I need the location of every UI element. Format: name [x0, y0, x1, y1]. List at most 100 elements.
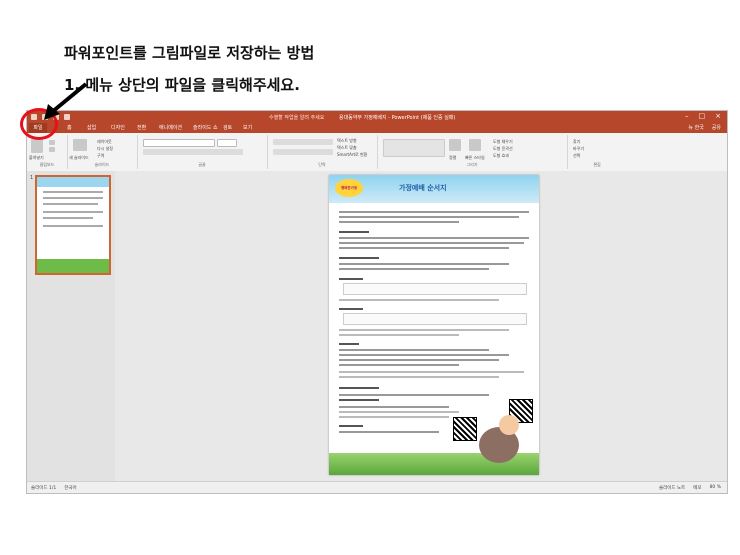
slide-text-line: [339, 211, 529, 213]
slide-text-line: [339, 329, 509, 331]
slide-text-line: [339, 394, 489, 396]
notes-button[interactable]: 슬라이드 노트: [659, 485, 685, 491]
reset-button[interactable]: 다시 설정: [97, 146, 113, 152]
shape-fill-button[interactable]: 도형 채우기: [493, 139, 513, 145]
paste-button[interactable]: 붙여넣기: [29, 155, 44, 161]
thumb-text-line: [43, 225, 103, 227]
shapes-gallery[interactable]: [383, 139, 445, 157]
tell-me-search[interactable]: 수행할 작업을 알려 주세요: [269, 114, 324, 121]
status-bar: 슬라이드 1/1 한국어 슬라이드 노트 메모 80 %: [27, 481, 727, 493]
slide-section-heading: [339, 425, 363, 427]
slide-section-heading: [339, 278, 363, 280]
slide-section-heading: [339, 231, 369, 233]
slide-text-line: [339, 376, 499, 378]
section-button[interactable]: 구역: [97, 153, 104, 159]
slide-section-heading: [339, 257, 379, 259]
tab-design[interactable]: 디자인: [111, 124, 125, 131]
maximize-icon[interactable]: □: [699, 112, 706, 120]
slide-editing-area[interactable]: 행복한가정 가정예배 순서지: [115, 171, 727, 481]
layout-button[interactable]: 레이아웃: [97, 139, 112, 145]
font-size-box[interactable]: [217, 139, 237, 147]
text-direction-button[interactable]: 텍스트 방향: [337, 138, 357, 144]
slide-text-line: [339, 416, 449, 418]
tab-transitions[interactable]: 전환: [137, 124, 146, 131]
group-font: 글꼴: [137, 135, 268, 169]
group-clipboard: 붙여넣기 클립보드: [27, 135, 68, 169]
pointer-arrow-icon: [44, 82, 88, 120]
slide-text-line: [339, 299, 499, 301]
tab-insert[interactable]: 삽입: [87, 124, 96, 131]
shape-effects-button[interactable]: 도형 효과: [493, 153, 509, 159]
smartart-button[interactable]: SmartArt로 변환: [337, 152, 367, 158]
shape-outline-button[interactable]: 도형 윤곽선: [493, 146, 513, 152]
title-bar: 수행할 작업을 알려 주세요 용대동약부 가정예배지 - PowerPoint …: [27, 111, 727, 123]
instruction-heading: 파워포인트를 그림파일로 저장하는 방법: [64, 44, 315, 62]
tab-animations[interactable]: 애니메이션: [159, 124, 182, 131]
slide-text-line: [339, 247, 509, 249]
group-editing: 찾기 바꾸기 선택 편집: [567, 135, 627, 169]
slide-section-heading: [339, 308, 363, 310]
slide-text-line: [339, 268, 489, 270]
thumb-grass: [37, 259, 109, 273]
slide-text-line: [339, 354, 509, 356]
comments-button[interactable]: 메모: [693, 485, 701, 491]
slide-logo: 행복한가정: [335, 179, 363, 197]
slide-text-line: [339, 411, 459, 413]
ribbon-tab-bar: 파일 홈 삽입 디자인 전환 애니메이션 슬라이드 쇼 검토 보기 뉴 한국 공…: [27, 123, 727, 133]
select-button[interactable]: 선택: [573, 153, 580, 159]
copy-icon[interactable]: [49, 147, 55, 152]
group-label-font: 글꼴: [198, 162, 206, 167]
tab-view[interactable]: 보기: [243, 124, 252, 131]
group-drawing: 정렬 빠른 스타일 도형 채우기 도형 윤곽선 도형 효과 그리기: [377, 135, 568, 169]
cut-icon[interactable]: [49, 140, 55, 145]
qr-code-left: [453, 417, 477, 441]
account-name[interactable]: 뉴 한국: [688, 124, 703, 131]
slide-text-box: [343, 283, 527, 295]
thumb-text-line: [43, 191, 103, 193]
new-slide-icon[interactable]: [73, 139, 87, 151]
account-area: 뉴 한국 공유: [688, 124, 721, 131]
window-title: 용대동약부 가정예배지 - PowerPoint (제품 인증 실패): [339, 115, 456, 121]
align-buttons-row[interactable]: [273, 149, 333, 155]
quick-styles-icon[interactable]: [469, 139, 481, 151]
window-controls: – □ ×: [685, 112, 721, 120]
tab-home[interactable]: 홈: [67, 124, 72, 131]
new-slide-button[interactable]: 새 슬라이드: [69, 155, 89, 161]
slide-text-line: [339, 359, 499, 361]
arrange-button[interactable]: 정렬: [449, 155, 456, 161]
slide-text-line: [339, 216, 519, 218]
slide-title: 가정예배 순서지: [399, 184, 447, 192]
slide-text-line: [339, 237, 529, 239]
slide-text-box: [343, 313, 527, 325]
find-button[interactable]: 찾기: [573, 139, 580, 145]
zoom-level[interactable]: 80 %: [710, 485, 721, 491]
language-indicator[interactable]: 한국어: [64, 485, 76, 491]
instruction-step: 1. 메뉴 상단의 파일을 클릭해주세요.: [64, 76, 300, 94]
group-label-paragraph: 단락: [318, 162, 326, 167]
list-buttons-row[interactable]: [273, 139, 333, 145]
tab-review[interactable]: 검토: [223, 124, 232, 131]
thumb-text-line: [43, 217, 93, 219]
slide-text-line: [339, 221, 459, 223]
close-icon[interactable]: ×: [715, 112, 721, 120]
group-slides: 새 슬라이드 레이아웃 다시 설정 구역 슬라이드: [67, 135, 138, 169]
slide[interactable]: 행복한가정 가정예배 순서지: [329, 175, 539, 475]
font-name-box[interactable]: [143, 139, 215, 147]
slide-text-line: [339, 431, 439, 433]
group-paragraph: 텍스트 방향 텍스트 맞춤 SmartArt로 변환 단락: [267, 135, 378, 169]
paste-icon[interactable]: [31, 139, 43, 153]
align-text-button[interactable]: 텍스트 맞춤: [337, 145, 357, 151]
thumb-text-line: [43, 211, 103, 213]
arrange-icon[interactable]: [449, 139, 461, 151]
share-button[interactable]: 공유: [712, 124, 721, 131]
tab-slideshow[interactable]: 슬라이드 쇼: [193, 124, 218, 131]
slide-text-line: [339, 334, 459, 336]
minimize-icon[interactable]: –: [685, 112, 689, 120]
slide-text-line: [339, 364, 459, 366]
slide-thumbnail[interactable]: [35, 175, 111, 275]
quick-styles-button[interactable]: 빠른 스타일: [465, 155, 485, 161]
slide-section-heading: [339, 387, 379, 389]
slide-thumbnail-pane: 1: [27, 171, 116, 481]
font-format-row[interactable]: [143, 149, 243, 155]
replace-button[interactable]: 바꾸기: [573, 146, 584, 152]
